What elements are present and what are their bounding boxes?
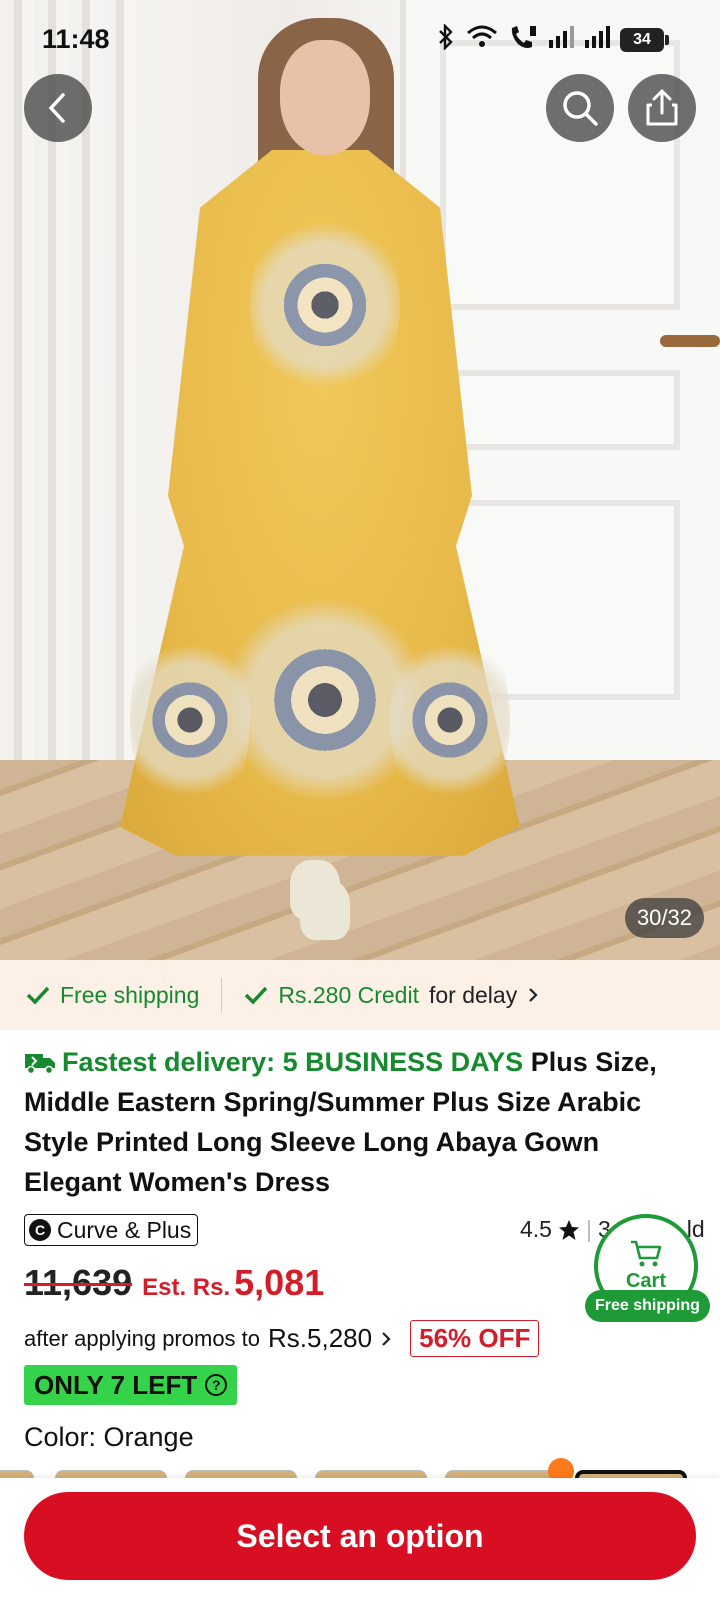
wifi-calling-icon [508,24,538,56]
credit-amount: Rs.280 Credit [278,981,419,1008]
status-time: 11:48 [42,24,110,54]
rating-separator: | [585,1216,592,1242]
help-icon[interactable]: ? [205,1374,228,1396]
status-icons: 34 [436,23,669,56]
promo-prefix: after applying promos to [24,1325,261,1351]
discount-badge: 56% OFF [410,1320,540,1357]
estimated-price: 5,081 [234,1262,325,1303]
signal-icon-2 [584,26,610,54]
chevron-right-icon [529,988,538,1002]
cart-icon [631,1240,662,1266]
dress-print [250,190,400,420]
promo-row[interactable]: after applying promos to Rs.5,280 56% OF… [24,1320,540,1357]
search-icon [563,91,598,126]
back-button[interactable] [24,74,92,142]
stock-label: ONLY 7 LEFT [34,1369,198,1400]
product-title: Fastest delivery: 5 BUSINESS DAYS Plus S… [24,1042,704,1202]
wifi-icon [466,25,498,55]
signal-icon [548,26,574,54]
credit-suffix: for delay [428,981,518,1008]
search-button[interactable] [546,74,614,142]
cart-free-shipping-tag: Free shipping [585,1290,710,1322]
battery-icon: 34 [620,28,669,52]
select-option-button[interactable]: Select an option [24,1492,696,1580]
free-shipping-label: Free shipping [60,981,200,1008]
chevron-right-icon [382,1331,391,1346]
color-label: Color: Orange [24,1422,194,1452]
delay-credit-item[interactable]: Rs.280 Credit for delay [244,982,539,1009]
share-icon [646,89,678,126]
chevron-left-icon [48,93,65,123]
stock-badge[interactable]: ONLY 7 LEFT ? [24,1365,238,1405]
shoe [300,880,350,940]
est-label: Est. Rs. [142,1274,231,1301]
check-icon [245,986,268,1005]
dress-print [130,610,250,830]
fast-delivery-label: Fastest delivery: 5 BUSINESS DAYS [62,1047,524,1077]
star-icon [558,1219,579,1240]
rating-value: 4.5 [520,1216,552,1242]
bluetooth-icon [436,23,456,56]
original-price: 11,639 [24,1262,133,1303]
status-bar: 11:48 34 [0,0,720,80]
door-handle [660,335,720,347]
dress-print [390,610,510,830]
share-button[interactable] [628,74,696,142]
brand-logo-icon: C [29,1219,51,1241]
brand-name: Curve & Plus [57,1216,192,1243]
door-panel [440,370,680,450]
fast-delivery: Fastest delivery: 5 BUSINESS DAYS [24,1047,523,1077]
check-icon [26,986,50,1005]
free-shipping-item: Free shipping [26,982,199,1009]
divider [221,978,223,1012]
product-image[interactable] [0,0,720,960]
image-counter: 30/32 [624,898,704,938]
brand-badge[interactable]: C Curve & Plus [24,1214,199,1246]
promo-price: Rs.5,280 [268,1323,373,1353]
bottom-action-bar: Select an option [0,1478,720,1604]
shipping-strip[interactable]: Free shipping Rs.280 Credit for delay [0,960,720,1030]
price-row: 11,639 Est. Rs. 5,081 [24,1262,324,1304]
truck-icon [25,1054,55,1075]
